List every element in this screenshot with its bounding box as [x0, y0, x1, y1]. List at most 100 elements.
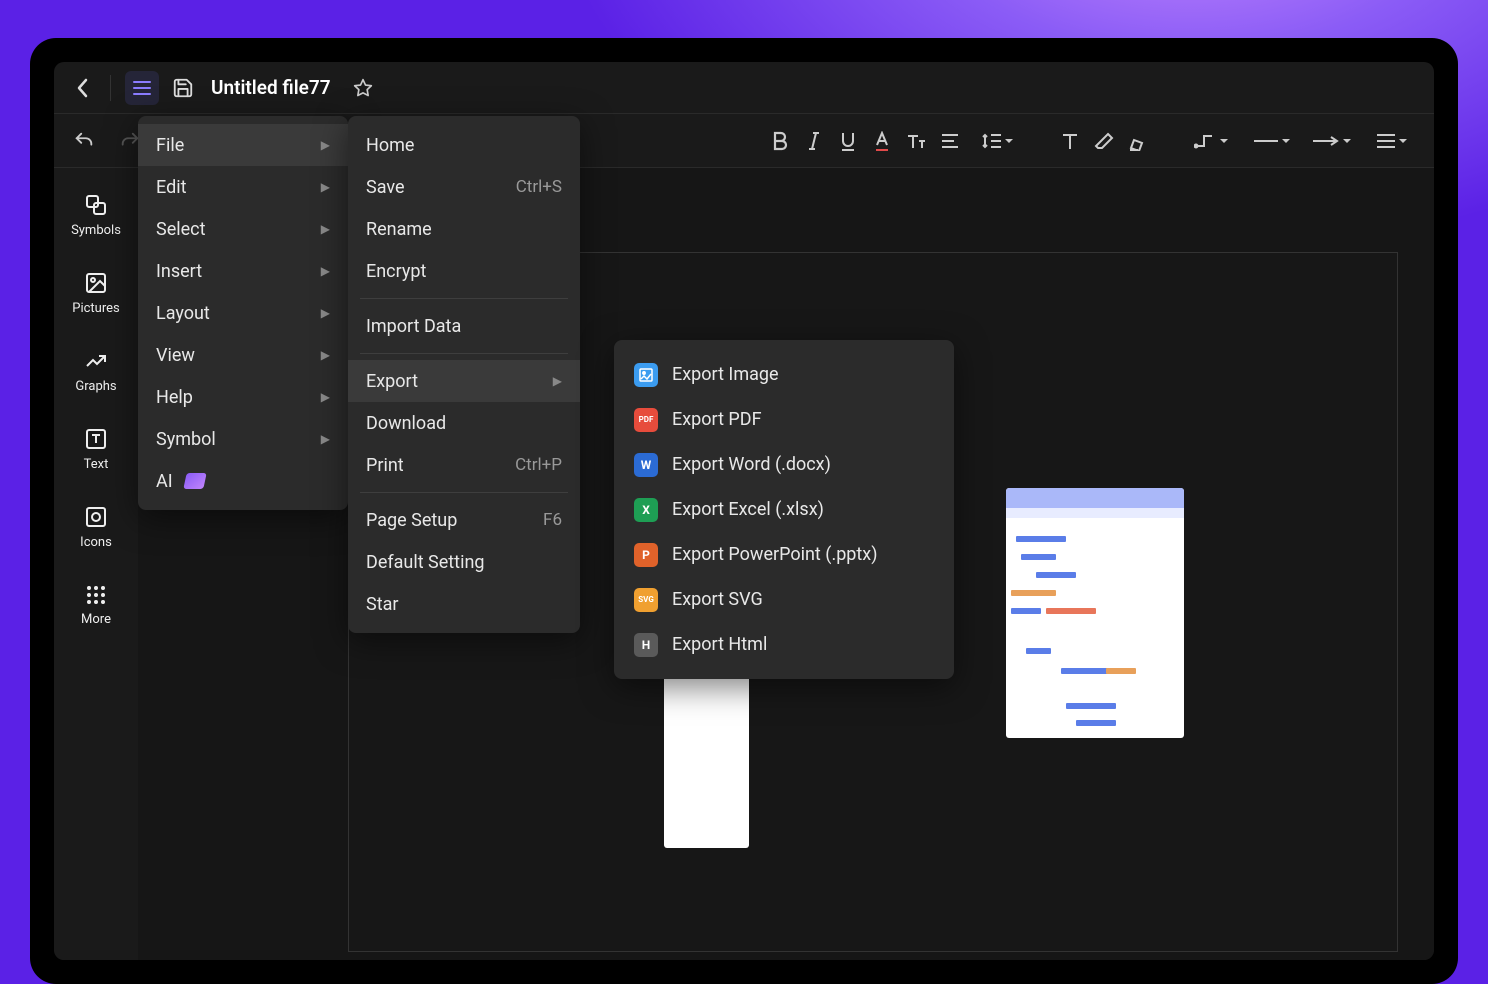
list-style-button[interactable] [1362, 125, 1420, 157]
line-spacing-button[interactable] [968, 125, 1026, 157]
menu-item-label: Select [156, 219, 205, 240]
menu-separator [360, 492, 568, 493]
menu-item-label: File [156, 135, 184, 156]
save-button[interactable] [169, 74, 197, 102]
favorite-button[interactable] [347, 72, 379, 104]
menu-item-export[interactable]: Export▶ [348, 360, 580, 402]
menu-item-page-setup[interactable]: Page SetupF6 [348, 499, 580, 541]
underline-button[interactable] [832, 125, 864, 157]
back-button[interactable] [68, 74, 96, 102]
menu-item-home[interactable]: Home [348, 124, 580, 166]
chevron-right-icon: ▶ [321, 306, 330, 320]
sidebar-label: Pictures [72, 301, 119, 316]
menu-item-label: Default Setting [366, 552, 485, 573]
sidebar-text[interactable]: Text [54, 410, 138, 488]
menu-item-layout[interactable]: Layout ▶ [138, 292, 348, 334]
menu-item-label: Page Setup [366, 510, 457, 531]
connector-icon [1194, 132, 1218, 150]
menu-item-star[interactable]: Star [348, 583, 580, 625]
main-menu: File▶Edit▶Select▶Insert▶Layout▶View▶Help… [138, 116, 348, 510]
menu-item-export-image[interactable]: Export Image [614, 352, 954, 397]
menu-item-save[interactable]: SaveCtrl+S [348, 166, 580, 208]
chevron-down-icon [1343, 137, 1351, 145]
eraser-icon [1094, 131, 1114, 151]
menu-item-print[interactable]: PrintCtrl+P [348, 444, 580, 486]
highlight-button[interactable] [1122, 125, 1154, 157]
svg-file-icon: SVG [634, 588, 658, 612]
menu-item-export-html[interactable]: HExport Html [614, 622, 954, 667]
w-file-icon: W [634, 453, 658, 477]
menu-item-label: Export Excel (.xlsx) [672, 499, 824, 520]
chevron-right-icon: ▶ [321, 348, 330, 362]
gantt-thumbnail[interactable] [1006, 488, 1184, 738]
menu-item-export-powerpoint-pptx-[interactable]: PExport PowerPoint (.pptx) [614, 532, 954, 577]
menu-item-export-excel-xlsx-[interactable]: XExport Excel (.xlsx) [614, 487, 954, 532]
chevron-right-icon: ▶ [321, 432, 330, 446]
menu-separator [360, 298, 568, 299]
menu-item-label: Import Data [366, 316, 461, 337]
chevron-right-icon: ▶ [321, 138, 330, 152]
line-style-button[interactable] [1242, 125, 1300, 157]
menu-item-download[interactable]: Download [348, 402, 580, 444]
chevron-right-icon: ▶ [553, 374, 562, 388]
list-icon [1375, 133, 1397, 149]
menu-item-label: Edit [156, 177, 186, 198]
sidebar-label: More [81, 612, 111, 627]
menu-item-import-data[interactable]: Import Data [348, 305, 580, 347]
sidebar-more[interactable]: More [54, 566, 138, 644]
menu-item-symbol[interactable]: Symbol▶ [138, 418, 348, 460]
highlight-icon [1128, 131, 1148, 151]
hamburger-menu-button[interactable] [125, 71, 159, 105]
menu-item-edit[interactable]: Edit▶ [138, 166, 348, 208]
sidebar-icons[interactable]: Icons [54, 488, 138, 566]
align-button[interactable] [934, 125, 966, 157]
menu-item-label: Layout [156, 303, 210, 324]
eraser-button[interactable] [1088, 125, 1120, 157]
menu-item-default-setting[interactable]: Default Setting [348, 541, 580, 583]
menu-item-rename[interactable]: Rename [348, 208, 580, 250]
italic-button[interactable] [798, 125, 830, 157]
file-title[interactable]: Untitled file77 [211, 76, 331, 99]
sidebar-graphs[interactable]: Graphs [54, 332, 138, 410]
chevron-down-icon [1220, 137, 1228, 145]
menu-item-label: Export PDF [672, 409, 762, 430]
sidebar-label: Text [84, 457, 109, 472]
text-icon [84, 427, 108, 451]
chevron-right-icon: ▶ [321, 222, 330, 236]
menu-item-insert[interactable]: Insert▶ [138, 250, 348, 292]
menu-item-file[interactable]: File ▶ [138, 124, 348, 166]
menu-item-help[interactable]: Help▶ [138, 376, 348, 418]
text-tool-icon [1060, 131, 1080, 151]
menu-item-export-pdf[interactable]: PDFExport PDF [614, 397, 954, 442]
bold-button[interactable] [764, 125, 796, 157]
connector-button[interactable] [1182, 125, 1240, 157]
undo-icon [73, 130, 95, 152]
menu-item-label: Export PowerPoint (.pptx) [672, 544, 878, 565]
menu-item-label: Download [366, 413, 446, 434]
separator [110, 75, 111, 101]
sidebar-symbols[interactable]: Symbols [54, 176, 138, 254]
chevron-down-icon [1399, 137, 1407, 145]
menu-item-select[interactable]: Select ▶ [138, 208, 348, 250]
arrow-style-button[interactable] [1302, 125, 1360, 157]
sidebar-label: Icons [80, 535, 112, 550]
menu-item-label: Star [366, 594, 398, 615]
menu-item-label: Home [366, 135, 414, 156]
font-color-button[interactable] [866, 125, 898, 157]
menu-item-ai[interactable]: AI [138, 460, 348, 502]
chevron-right-icon: ▶ [321, 264, 330, 278]
text-tool-button[interactable] [1054, 125, 1086, 157]
hamburger-icon [132, 80, 152, 96]
menu-item-view[interactable]: View▶ [138, 334, 348, 376]
menu-item-label: Save [366, 177, 405, 198]
arrow-icon [1311, 136, 1341, 146]
text-size-button[interactable] [900, 125, 932, 157]
menu-item-export-word-docx-[interactable]: WExport Word (.docx) [614, 442, 954, 487]
menu-separator [360, 353, 568, 354]
image-icon [84, 271, 108, 295]
menu-item-encrypt[interactable]: Encrypt [348, 250, 580, 292]
chevron-right-icon: ▶ [321, 390, 330, 404]
menu-item-export-svg[interactable]: SVGExport SVG [614, 577, 954, 622]
undo-button[interactable] [68, 125, 100, 157]
sidebar-pictures[interactable]: Pictures [54, 254, 138, 332]
